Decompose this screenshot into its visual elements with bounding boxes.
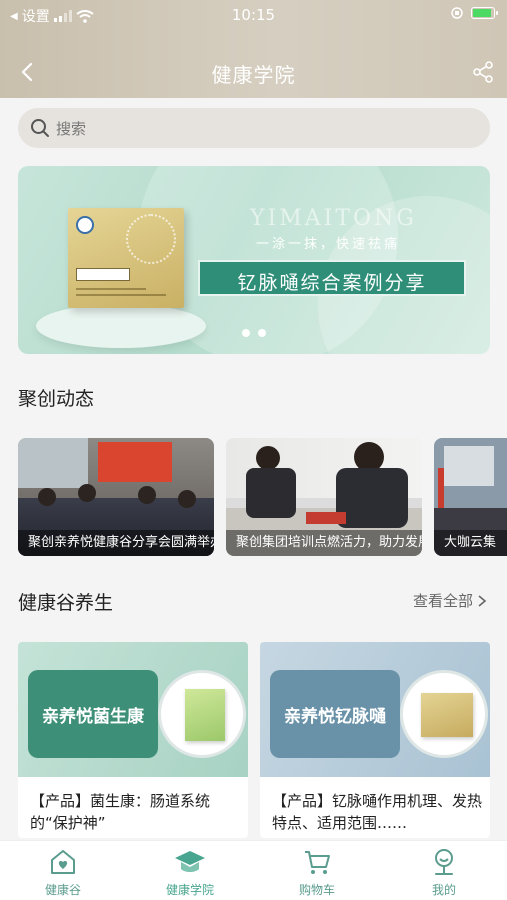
product-thumbnail [400,670,488,758]
product-thumbnail [158,670,246,758]
search-input[interactable]: 搜索 [18,108,490,148]
banner-carousel[interactable]: YIMAITONG 一涂一抹，快速祛痛 钇脉嗵综合案例分享 [18,166,490,354]
product-card[interactable]: 亲养悦钇脉嗵 【产品】钇脉嗵作用机理、发热特点、适用范围…… [260,642,490,838]
news-card[interactable]: 大咖云集 [434,438,507,556]
news-caption: 聚创亲养悦健康谷分享会圆满举办 [18,530,214,556]
tab-cart[interactable]: 购物车 [272,847,362,898]
product-box-image [68,208,184,308]
search-placeholder: 搜索 [56,119,87,138]
battery-icon [471,7,498,19]
product-card[interactable]: 亲养悦菌生康 【产品】菌生康：肠道系统的“保护神” [18,642,248,838]
nav-bar: 健康学院 [0,50,507,94]
banner-watermark: YIMAITONG [250,206,417,231]
status-time: 10:15 [231,6,276,24]
tab-label: 购物车 [298,883,335,897]
heart-house-icon [51,850,75,874]
product-description: 【产品】菌生康：肠道系统的“保护神” [30,792,211,832]
tab-label: 我的 [431,883,456,897]
news-card[interactable]: 聚创亲养悦健康谷分享会圆满举办 [18,438,214,556]
page-title: 健康学院 [211,63,296,87]
news-section-title: 聚创动态 [18,388,95,410]
tab-bar: 健康谷 健康学院 购物车 我的 [0,840,507,900]
tab-health-academy[interactable]: 健康学院 [145,847,235,898]
banner-title-bar: 钇脉嗵综合案例分享 [198,260,466,296]
tab-health-valley[interactable]: 健康谷 [18,847,108,898]
product-label: 亲养悦钇脉嗵 [270,670,400,758]
chevron-right-icon [478,594,487,607]
tab-profile[interactable]: 我的 [399,847,489,898]
user-icon [435,849,453,875]
product-podium [36,304,206,348]
product-image: 亲养悦钇脉嗵 [260,642,490,777]
see-all-label: 查看全部 [412,592,473,610]
banner-dot[interactable] [242,329,250,337]
shopping-cart-icon [305,851,330,874]
product-description: 【产品】钇脉嗵作用机理、发热特点、适用范围…… [272,792,483,832]
news-caption: 大咖云集 [434,530,507,556]
product-label: 亲养悦菌生康 [28,670,158,758]
graduation-cap-icon [175,851,205,872]
banner-title: 钇脉嗵综合案例分享 [237,272,427,294]
status-right [451,7,498,19]
status-bar: ◀ 设置 10:15 [0,0,507,30]
search-icon [31,119,49,137]
see-all-link[interactable]: 查看全部 [413,590,487,611]
orientation-lock-icon [451,7,463,19]
banner-subtitle: 一涂一抹，快速祛痛 [256,237,401,252]
health-section-title: 健康谷养生 [18,592,114,614]
share-icon[interactable] [471,60,495,84]
header: ◀ 设置 10:15 健康学院 [0,0,507,98]
tab-label: 健康谷 [44,883,81,897]
banner-dot[interactable] [258,329,266,337]
news-card[interactable]: 聚创集团培训点燃活力，助力发展 [226,438,422,556]
news-caption: 聚创集团培训点燃活力，助力发展 [226,530,422,556]
tab-label: 健康学院 [165,883,214,897]
banner-pagination[interactable] [18,329,490,337]
product-image: 亲养悦菌生康 [18,642,248,777]
